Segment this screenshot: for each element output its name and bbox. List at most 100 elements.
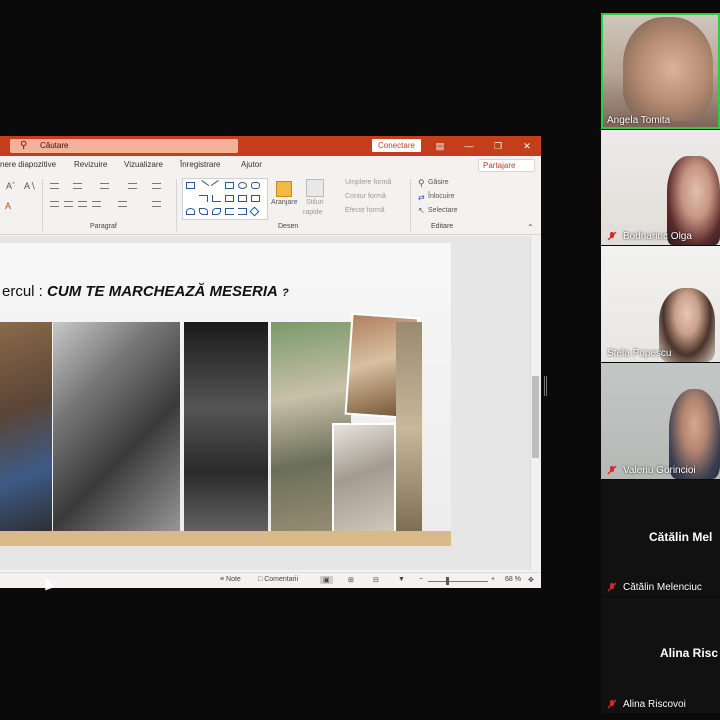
close-icon[interactable]: ✕ (513, 136, 541, 156)
curve-shape-icon[interactable] (212, 208, 221, 215)
replace-label[interactable]: Înlocuire (428, 193, 454, 200)
photo-artisan-1 (0, 322, 52, 536)
tab-help[interactable]: Ajutor (241, 160, 262, 169)
quick-styles-label-2[interactable]: rapide (303, 209, 322, 216)
font-color-icon[interactable]: A (5, 201, 11, 211)
reading-view-icon[interactable]: ⊟ (373, 576, 379, 584)
participant-name: Angela Tomita (607, 115, 671, 126)
text-direction-icon[interactable] (152, 183, 161, 189)
notes-label: Note (226, 576, 241, 583)
minimize-icon[interactable]: — (455, 136, 483, 156)
clear-format-icon[interactable]: A∖ (24, 181, 36, 192)
normal-view-icon[interactable]: ▣ (320, 576, 333, 584)
columns-icon[interactable] (118, 201, 127, 207)
ppt-search-box[interactable]: ⚲ Căutare (10, 139, 238, 153)
participant-tile-catalin[interactable]: Cătălin Mel Cătălin Melencіuc (601, 480, 720, 596)
current-slide[interactable]: ercul : CUM TE MARCHEAZĂ MESERIA ? (0, 243, 451, 546)
shapes-gallery[interactable] (182, 178, 268, 220)
slideshow-icon[interactable]: ▼ (398, 576, 405, 583)
replace-icon[interactable]: ⇄ (418, 193, 425, 202)
zoom-in-icon[interactable]: + (491, 576, 495, 583)
slide-title-question: ? (282, 287, 289, 299)
shape-outline-label[interactable]: Contur formă (345, 193, 386, 200)
group-label-edit: Editare (431, 223, 454, 230)
comments-button[interactable]: □ Comentarii (258, 576, 298, 583)
bullets-icon[interactable] (50, 183, 59, 189)
line-shape-icon[interactable] (197, 180, 210, 191)
arrow-shape-icon[interactable] (238, 195, 247, 202)
panel-splitter-handle[interactable] (544, 376, 547, 396)
notes-button[interactable]: ≡ Note (220, 576, 241, 583)
participant-tile-olga[interactable]: Bodnariuc Olga (601, 130, 720, 245)
ribbon-display-icon[interactable]: ▤ (426, 136, 454, 156)
zoom-slider-track[interactable] (428, 581, 488, 582)
justify-icon[interactable] (92, 201, 101, 207)
participant-tile-valeriu[interactable]: Valeriu Gorincioi (601, 363, 720, 479)
photo-workshop-edge (396, 322, 422, 536)
tab-review[interactable]: Revizuire (74, 160, 107, 169)
find-icon[interactable]: ⚲ (418, 178, 425, 189)
zoom-level[interactable]: 68 % (505, 576, 521, 583)
ppt-ribbon-tabs: nere diapozitive Revizuire Vizualizare Î… (0, 156, 541, 175)
curve-shape-icon[interactable] (186, 208, 195, 215)
line-shape-icon[interactable] (210, 180, 223, 191)
brace-shape-icon[interactable] (238, 208, 247, 215)
font-size-increase-icon[interactable]: Aˆ (6, 181, 15, 191)
photo-pottery-wheel (332, 423, 396, 535)
star-shape-icon[interactable] (249, 206, 260, 217)
align-center-icon[interactable] (64, 201, 73, 207)
arrange-label[interactable]: Aranjare (271, 199, 297, 206)
triangle-shape-icon[interactable] (186, 195, 195, 202)
rounded-rect-shape-icon[interactable] (251, 182, 260, 189)
participant-display-name: Alina Risc (660, 646, 719, 660)
restore-icon[interactable]: ❐ (484, 136, 512, 156)
participant-display-name: Cătălin Mel (649, 530, 713, 544)
participant-tile-alina[interactable]: Alina Risc Alina Riscovoi (601, 597, 720, 713)
arrow-shape-icon[interactable] (225, 195, 234, 202)
slide-sorter-icon[interactable]: ⊞ (348, 576, 354, 584)
quick-styles-icon[interactable] (306, 179, 324, 197)
shape-fill-label[interactable]: Umplere formă (345, 179, 391, 186)
slide-title-prefix: ercul : (2, 283, 43, 300)
align-left-icon[interactable] (50, 201, 59, 207)
slide-editing-area: ercul : CUM TE MARCHEAZĂ MESERIA ? (0, 236, 530, 570)
rectangle-shape-icon[interactable] (225, 182, 234, 189)
collapse-ribbon-icon[interactable]: ⌃ (527, 223, 534, 232)
decrease-indent-icon[interactable] (100, 183, 109, 189)
share-button[interactable]: Partajare (478, 159, 535, 172)
shared-screen-powerpoint[interactable]: ⚲ Căutare Conectare ▤ — ❐ ✕ nere diapozi… (0, 136, 541, 588)
slide-title-bold: CUM TE MARCHEAZĂ MESERIA (47, 283, 278, 300)
ribbon-separator (410, 179, 411, 231)
zoom-out-icon[interactable]: − (419, 576, 423, 583)
tab-record[interactable]: Înregistrare (180, 160, 220, 169)
textbox-shape-icon[interactable] (186, 182, 195, 189)
find-label[interactable]: Găsire (428, 179, 449, 186)
numbering-icon[interactable] (73, 183, 82, 189)
participant-tile-angela[interactable]: Angela Tomita (601, 13, 720, 129)
smartart-icon[interactable] (152, 201, 161, 207)
line-spacing-icon[interactable] (128, 183, 137, 189)
oval-shape-icon[interactable] (238, 182, 247, 189)
photo-artisans-bw (53, 322, 180, 536)
group-label-paragraph: Paragraf (90, 223, 117, 230)
elbow-shape-icon[interactable] (212, 195, 221, 202)
curve-shape-icon[interactable] (199, 208, 208, 215)
select-icon[interactable]: ↖ (418, 206, 425, 215)
muted-mic-icon (607, 582, 617, 592)
select-label[interactable]: Selectare (428, 207, 458, 214)
arrange-icon[interactable] (276, 181, 292, 197)
connect-button[interactable]: Conectare (372, 139, 421, 152)
tab-view[interactable]: Vizualizare (124, 160, 163, 169)
elbow-shape-icon[interactable] (199, 195, 208, 202)
fit-slide-icon[interactable]: ✥ (528, 576, 534, 584)
arrow-shape-icon[interactable] (251, 195, 260, 202)
slide-title: ercul : CUM TE MARCHEAZĂ MESERIA ? (2, 283, 289, 300)
tab-slideshow[interactable]: nere diapozitive (0, 160, 56, 169)
shape-effects-label[interactable]: Efecte formă (345, 207, 385, 214)
brace-shape-icon[interactable] (225, 208, 234, 215)
scrollbar-thumb[interactable] (532, 376, 539, 458)
zoom-slider-knob[interactable] (446, 577, 449, 585)
quick-styles-label-1[interactable]: Stiluri (306, 199, 324, 206)
align-right-icon[interactable] (78, 201, 87, 207)
participant-tile-stela[interactable]: Stela Popescu (601, 246, 720, 362)
